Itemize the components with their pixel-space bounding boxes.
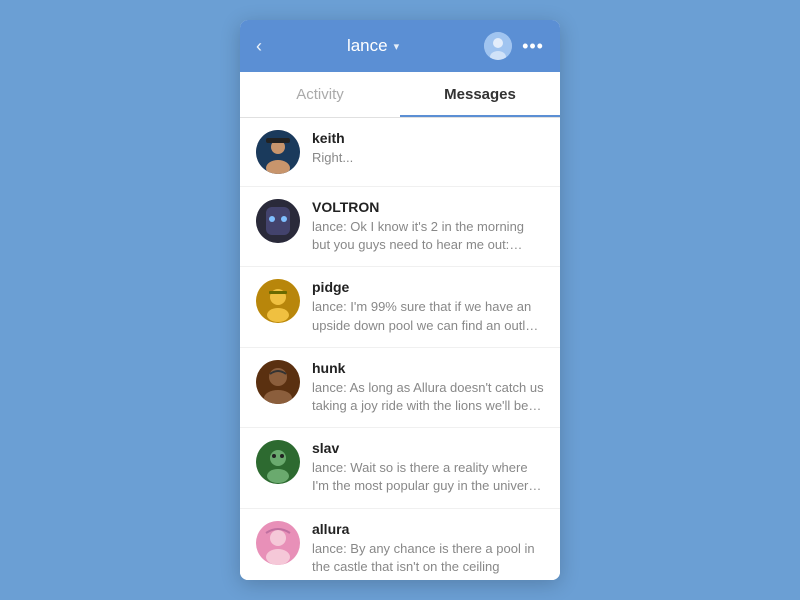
message-content: keith Right... (312, 130, 544, 167)
phone-container: ‹ lance ▾ ••• Activity Messages (240, 20, 560, 580)
avatar (256, 440, 300, 484)
message-content: slav lance: Wait so is there a reality wh… (312, 440, 544, 495)
avatar (256, 199, 300, 243)
header-title: lance (347, 36, 388, 56)
message-name: allura (312, 521, 544, 537)
message-item[interactable]: VOLTRON lance: Ok I know it's 2 in the mo… (240, 187, 560, 267)
header-center: lance ▾ (347, 36, 399, 56)
message-name: keith (312, 130, 544, 146)
message-preview: Right... (312, 149, 544, 167)
message-item[interactable]: hunk lance: As long as Allura doesn't cat… (240, 348, 560, 428)
message-name: VOLTRON (312, 199, 544, 215)
message-item[interactable]: slav lance: Wait so is there a reality wh… (240, 428, 560, 508)
message-preview: lance: As long as Allura doesn't catch u… (312, 379, 544, 415)
message-name: pidge (312, 279, 544, 295)
message-content: pidge lance: I'm 99% sure that if we have… (312, 279, 544, 334)
avatar (256, 130, 300, 174)
message-item[interactable]: keith Right... (240, 118, 560, 187)
header-right: ••• (484, 32, 544, 60)
avatar (256, 279, 300, 323)
message-name: slav (312, 440, 544, 456)
message-content: VOLTRON lance: Ok I know it's 2 in the mo… (312, 199, 544, 254)
more-options-icon[interactable]: ••• (522, 36, 544, 57)
avatar (256, 360, 300, 404)
message-item[interactable]: pidge lance: I'm 99% sure that if we have… (240, 267, 560, 347)
back-button[interactable]: ‹ (256, 36, 262, 57)
dropdown-icon[interactable]: ▾ (394, 40, 400, 53)
message-content: hunk lance: As long as Allura doesn't cat… (312, 360, 544, 415)
messages-list: keith Right... VOLTRON lance: Ok I know it'… (240, 118, 560, 580)
avatar (484, 32, 512, 60)
tab-activity[interactable]: Activity (240, 72, 400, 117)
message-content: allura lance: By any chance is there a po… (312, 521, 544, 576)
header: ‹ lance ▾ ••• (240, 20, 560, 72)
message-preview: lance: I'm 99% sure that if we have an u… (312, 298, 544, 334)
message-preview: lance: By any chance is there a pool in … (312, 540, 544, 576)
avatar (256, 521, 300, 565)
message-name: hunk (312, 360, 544, 376)
tabs: Activity Messages (240, 72, 560, 118)
tab-messages[interactable]: Messages (400, 72, 560, 117)
message-preview: lance: Ok I know it's 2 in the morning b… (312, 218, 544, 254)
message-preview: lance: Wait so is there a reality where … (312, 459, 544, 495)
message-item[interactable]: allura lance: By any chance is there a po… (240, 509, 560, 581)
